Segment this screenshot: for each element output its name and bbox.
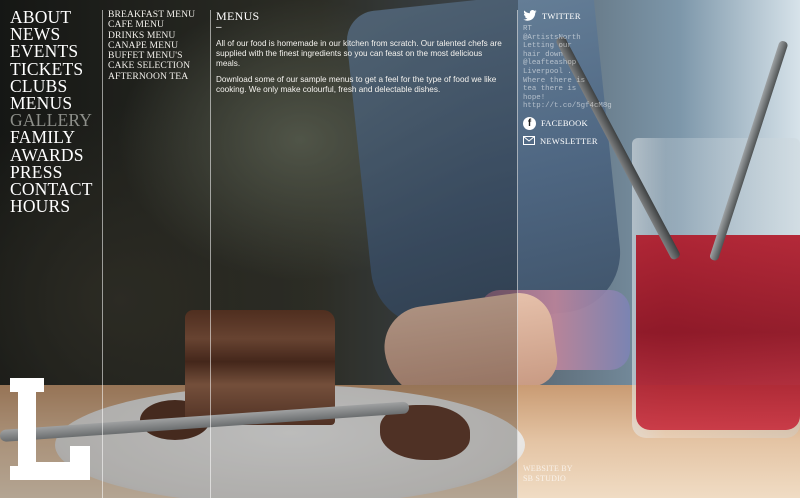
column-divider (210, 10, 211, 498)
column-divider (102, 10, 103, 498)
main-nav: ABOUT NEWS EVENTS TICKETS CLUBS MENUS GA… (10, 8, 93, 215)
column-divider (517, 10, 518, 498)
facebook-label: FACEBOOK (541, 118, 588, 129)
twitter-link[interactable]: TWITTER (523, 10, 613, 21)
site-logo[interactable] (10, 378, 90, 480)
latest-tweet[interactable]: RT @ArtistsNorth Letting our hair down @… (523, 25, 613, 111)
facebook-link[interactable]: f FACEBOOK (523, 116, 613, 130)
download-paragraph: Download some of our sample menus to get… (216, 75, 497, 94)
credit-line-2: SB STUDIO (523, 473, 566, 483)
twitter-icon (523, 10, 537, 21)
newsletter-label: NEWSLETTER (540, 135, 598, 146)
newsletter-link[interactable]: NEWSLETTER (523, 136, 613, 146)
social-panel: TWITTER RT @ArtistsNorth Letting our hai… (523, 10, 613, 146)
intro-paragraph: All of our food is homemade in our kitch… (216, 39, 502, 68)
site-credit[interactable]: WEBSITE BY SB STUDIO (523, 464, 573, 483)
twitter-label: TWITTER (542, 10, 581, 21)
subnav-item-afternoon-tea[interactable]: AFTERNOON TEA (108, 71, 195, 82)
sub-nav: BREAKFAST MENU CAFE MENU DRINKS MENU CAN… (108, 9, 195, 82)
facebook-icon: f (523, 116, 536, 130)
content-panel: MENUS – All of our food is homemade in o… (216, 9, 506, 95)
nav-item-hours[interactable]: HOURS (10, 197, 93, 215)
envelope-icon (523, 136, 535, 146)
credit-line-1: WEBSITE BY (523, 464, 573, 473)
